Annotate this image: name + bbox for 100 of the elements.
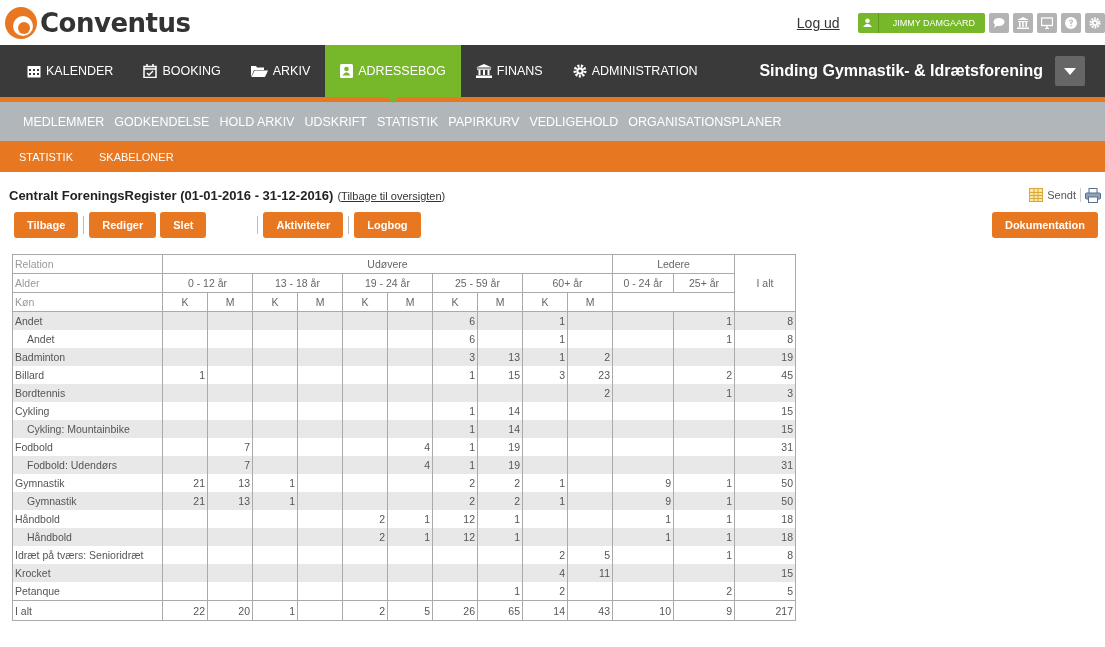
table-cell: 12 — [432, 528, 478, 546]
header-cell: M — [567, 292, 613, 312]
table-cell: 50 — [734, 492, 796, 510]
table-cell: 3 — [432, 348, 478, 366]
bank-button[interactable] — [1013, 12, 1033, 33]
subnav-link[interactable]: PAPIRKURV — [448, 114, 520, 129]
table-cell: 5 — [387, 600, 433, 621]
nav-tab[interactable]: FINANS — [460, 45, 558, 97]
subnav-link[interactable]: STATISTIK — [376, 114, 439, 129]
chat-button[interactable] — [989, 12, 1009, 33]
table-cell: 9 — [612, 492, 674, 510]
table-cell: 65 — [477, 600, 523, 621]
parenthesis: ) — [441, 189, 446, 202]
table-cell: 11 — [567, 564, 613, 582]
contact-card-icon — [340, 64, 354, 78]
table-cell: 15 — [734, 420, 796, 438]
settings-icon — [1089, 16, 1101, 29]
table-cell: 1 — [432, 456, 478, 474]
subnav-link[interactable]: GODKENDELSE — [114, 114, 210, 129]
table-cell: 1 — [477, 582, 523, 601]
table-cell: 1 — [673, 528, 735, 546]
table-cell: 21 — [162, 492, 208, 510]
header-cell: K — [252, 292, 298, 312]
subnav-link[interactable]: UDSKRIFT — [304, 114, 367, 129]
table-cell: 9 — [673, 600, 735, 621]
header-cell: K — [342, 292, 388, 312]
user-button[interactable]: JIMMY DAMGAARD — [857, 12, 985, 33]
monitor-button[interactable] — [1037, 12, 1057, 33]
calendar-icon — [27, 64, 41, 78]
header-cell: Køn — [12, 292, 163, 312]
action-button[interactable]: Tilbage — [14, 212, 79, 238]
table-cell: 5 — [734, 582, 796, 601]
dropdown-button[interactable] — [1055, 56, 1085, 86]
nav-tab[interactable]: ARKIV — [235, 45, 326, 97]
row-label: Gymnastik — [12, 492, 163, 510]
table-cell: 18 — [734, 528, 796, 546]
row-label: Petanque — [12, 582, 163, 601]
table-cell: 13 — [207, 492, 253, 510]
row-label: Fodbold: Udendørs — [12, 456, 163, 474]
header-cell: K — [522, 292, 568, 312]
header-cell: I alt — [734, 254, 796, 312]
table-cell: 20 — [207, 600, 253, 621]
table-cell: 1 — [387, 528, 433, 546]
nav-tab[interactable]: KALENDER — [12, 45, 129, 97]
subnav-link[interactable]: SKABELONER — [99, 150, 174, 163]
action-button[interactable]: Logbog — [354, 212, 421, 238]
action-button[interactable]: Slet — [160, 212, 207, 238]
subnav-link[interactable]: VEDLIGEHOLD — [529, 114, 619, 129]
header-cell: 60+ år — [522, 273, 613, 293]
nav-tab[interactable]: ADMINISTRATION — [557, 45, 713, 97]
table-cell: 2 — [477, 492, 523, 510]
table-cell: 4 — [522, 564, 568, 582]
header-cell: 0 - 24 år — [612, 273, 674, 293]
table-cell: 2 — [342, 600, 388, 621]
table-cell: 43 — [567, 600, 613, 621]
subnav-link[interactable]: STATISTIK — [19, 150, 73, 163]
sent-label: Sendt — [1047, 189, 1076, 201]
table-cell: 1 — [432, 420, 478, 438]
bank-icon — [475, 64, 492, 78]
page-title: Centralt ForeningsRegister (01-01-2016 - 31-12-2016) — [9, 187, 334, 203]
table-cell: 31 — [734, 456, 796, 474]
subnav-link[interactable]: ORGANISATIONSPLANER — [628, 114, 782, 129]
documentation-button[interactable]: Dokumentation — [991, 212, 1098, 238]
caret-icon — [1064, 67, 1076, 75]
header-cell: Relation — [12, 254, 163, 274]
table-cell: 1 — [612, 528, 674, 546]
user-icon — [863, 18, 873, 27]
settings-button[interactable] — [1085, 12, 1105, 33]
table-cell: 15 — [734, 564, 796, 582]
subnav-link[interactable]: HOLD ARKIV — [219, 114, 295, 129]
row-label: Badminton — [12, 348, 163, 366]
header-cell: K — [162, 292, 208, 312]
table-cell: 1 — [673, 492, 735, 510]
help-button[interactable] — [1061, 12, 1081, 33]
table-cell: 1 — [252, 492, 298, 510]
bank-icon — [1017, 16, 1029, 29]
table-cell: 14 — [477, 420, 523, 438]
action-button[interactable]: Rediger — [89, 212, 157, 238]
logo-icon — [4, 5, 38, 40]
subnav-link[interactable]: MEDLEMMER — [23, 114, 105, 129]
printer-icon[interactable] — [1085, 187, 1101, 203]
header-cell: 13 - 18 år — [252, 273, 343, 293]
spreadsheet-icon[interactable] — [1029, 188, 1044, 202]
nav-tab[interactable]: BOOKING — [128, 45, 236, 97]
table-cell: 2 — [432, 492, 478, 510]
action-button[interactable]: Aktiviteter — [263, 212, 344, 238]
header-cell: Alder — [12, 273, 163, 293]
header-cell: M — [387, 292, 433, 312]
chat-icon — [993, 16, 1005, 29]
header-cell: M — [477, 292, 523, 312]
back-link[interactable]: Tilbage til oversigten — [341, 189, 442, 202]
parenthesis: ( — [337, 189, 342, 202]
logo-text: Conventus — [40, 7, 191, 38]
table-cell: 1 — [673, 384, 735, 402]
row-label: Cykling: Mountainbike — [12, 420, 163, 438]
help-icon — [1065, 16, 1077, 29]
logout-link[interactable]: Log ud — [796, 14, 840, 31]
table-cell: 1 — [252, 600, 298, 621]
monitor-icon — [1041, 16, 1053, 29]
table-cell: 3 — [734, 384, 796, 402]
